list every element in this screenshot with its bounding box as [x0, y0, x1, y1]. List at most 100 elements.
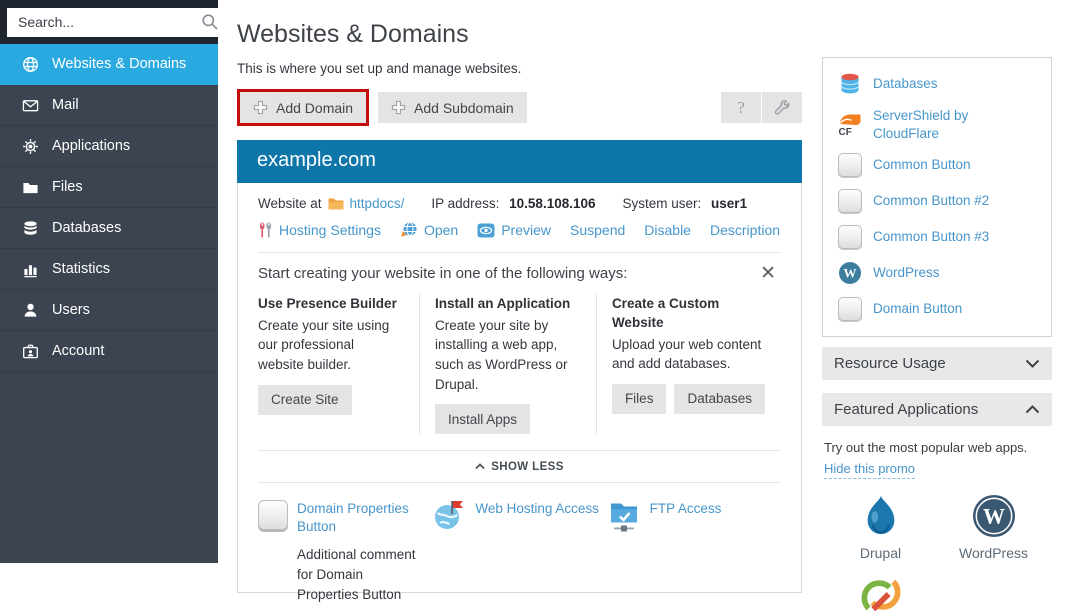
- promo-columns: Use Presence Builder Create your site us…: [258, 293, 781, 450]
- preview-link[interactable]: Preview: [477, 222, 551, 238]
- plus-icon: [253, 100, 268, 115]
- id-badge-icon: [21, 342, 39, 360]
- right-tool-label: WordPress: [873, 264, 940, 282]
- close-icon[interactable]: ✕: [755, 264, 781, 283]
- right-tool-label: Databases: [873, 75, 938, 93]
- question-icon: ?: [737, 98, 745, 118]
- right-sidebar: Databases CF ServerShield by CloudFlare …: [822, 57, 1052, 614]
- drupal-icon: [860, 494, 902, 538]
- chevron-up-icon: [475, 463, 485, 470]
- databases-button[interactable]: Databases: [674, 384, 765, 414]
- key-button-icon: [837, 189, 863, 213]
- globe-arrow-icon: [400, 221, 418, 239]
- right-tool-common-button-2[interactable]: Common Button #2: [837, 188, 1037, 214]
- description-link[interactable]: Description: [710, 222, 780, 238]
- user-icon: [21, 301, 39, 319]
- wordpress-icon: W: [972, 494, 1016, 538]
- folder-icon: [328, 197, 344, 211]
- sidebar-item-websites-domains[interactable]: Websites & Domains: [0, 44, 218, 85]
- system-user-value: user1: [711, 196, 747, 211]
- key-button-icon: [837, 297, 863, 321]
- promo-col-heading: Use Presence Builder: [258, 295, 403, 314]
- search-box[interactable]: [7, 8, 225, 37]
- featured-applications-header[interactable]: Featured Applications: [822, 393, 1052, 426]
- search-input[interactable]: [16, 13, 201, 31]
- help-button[interactable]: ?: [721, 92, 761, 123]
- ip-label: IP address:: [431, 196, 499, 211]
- featured-app-joomla[interactable]: [824, 576, 937, 614]
- add-domain-label: Add Domain: [276, 100, 353, 116]
- sidebar-item-label: Websites & Domains: [52, 56, 186, 72]
- create-site-button[interactable]: Create Site: [258, 385, 352, 415]
- featured-app-drupal[interactable]: Drupal: [824, 494, 937, 564]
- hosting-settings-link[interactable]: Hosting Settings: [258, 221, 381, 239]
- globe-icon: [21, 55, 39, 73]
- sidebar-item-databases[interactable]: Databases: [0, 208, 218, 249]
- hide-this-promo-link[interactable]: Hide this promo: [824, 460, 915, 479]
- suspend-link[interactable]: Suspend: [570, 222, 625, 238]
- sidebar-item-statistics[interactable]: Statistics: [0, 249, 218, 290]
- bar-chart-icon: [21, 260, 39, 278]
- install-apps-button[interactable]: Install Apps: [435, 404, 530, 434]
- promo-button-row: Files Databases: [612, 374, 765, 414]
- sidebar-nav: Websites & Domains Mail Applications Fi: [0, 44, 218, 372]
- eye-icon: [477, 223, 495, 238]
- action-label: Preview: [501, 222, 551, 238]
- right-tool-common-button-3[interactable]: Common Button #3: [837, 224, 1037, 250]
- sidebar-item-account[interactable]: Account: [0, 331, 218, 372]
- files-button[interactable]: Files: [612, 384, 667, 414]
- resource-usage-header[interactable]: Resource Usage: [822, 347, 1052, 380]
- right-tool-wordpress[interactable]: W WordPress: [837, 260, 1037, 286]
- promo-column-presence-builder: Use Presence Builder Create your site us…: [258, 293, 419, 434]
- httpdocs-link[interactable]: httpdocs/: [350, 196, 405, 211]
- right-tool-domain-button[interactable]: Domain Button: [837, 296, 1037, 322]
- add-domain-button[interactable]: Add Domain: [240, 92, 366, 123]
- svg-text:W: W: [983, 504, 1005, 529]
- featured-app-label: WordPress: [959, 544, 1028, 564]
- ftp-folder-icon: [607, 500, 641, 532]
- search-area: [0, 0, 218, 44]
- disable-link[interactable]: Disable: [644, 222, 691, 238]
- web-hosting-access-link[interactable]: Web Hosting Access: [475, 500, 599, 518]
- add-subdomain-label: Add Subdomain: [414, 100, 514, 116]
- tool-web-hosting-access: Web Hosting Access: [432, 500, 606, 605]
- sidebar-item-mail[interactable]: Mail: [0, 85, 218, 126]
- tool-domain-properties: Domain Properties Button Additional comm…: [258, 500, 432, 605]
- sidebar-item-files[interactable]: Files: [0, 167, 218, 208]
- sidebar-item-users[interactable]: Users: [0, 290, 218, 331]
- sidebar-item-label: Files: [52, 179, 83, 195]
- right-tool-servershield[interactable]: CF ServerShield by CloudFlare: [837, 107, 1037, 142]
- featured-apps-text: Try out the most popular web apps.: [824, 439, 1050, 457]
- promo-title: Start creating your website in one of th…: [258, 265, 627, 282]
- key-button-icon[interactable]: [258, 500, 288, 530]
- key-button-icon: [837, 225, 863, 249]
- wordpress-icon: W: [837, 261, 863, 285]
- ip-address: IP address: 10.58.108.106: [431, 196, 595, 211]
- hosting-tools-icon: [258, 221, 273, 239]
- promo-col-heading: Create a Custom Website: [612, 295, 742, 333]
- search-icon[interactable]: [201, 13, 219, 31]
- featured-app-label: Drupal: [860, 544, 901, 564]
- page-tools-button[interactable]: [762, 92, 802, 123]
- domain-card: example.com Website at httpdocs/ IP addr…: [237, 140, 802, 593]
- domain-card-header: example.com: [237, 140, 802, 183]
- promo-column-install-app: Install an Application Create your site …: [419, 293, 596, 434]
- add-subdomain-button[interactable]: Add Subdomain: [378, 92, 527, 123]
- open-link[interactable]: Open: [400, 221, 458, 239]
- domain-actions-row: Hosting Settings Open: [258, 221, 781, 239]
- database-icon: [837, 72, 863, 96]
- sidebar-item-applications[interactable]: Applications: [0, 126, 218, 167]
- domain-properties-button-link[interactable]: Domain Properties Button: [297, 501, 409, 534]
- right-tool-common-button[interactable]: Common Button: [837, 152, 1037, 178]
- right-tool-databases[interactable]: Databases: [837, 71, 1037, 97]
- wrench-icon: [773, 98, 792, 117]
- action-label: Hosting Settings: [279, 222, 381, 238]
- sidebar-item-label: Statistics: [52, 261, 110, 277]
- key-button-icon: [837, 153, 863, 177]
- right-tool-label: Common Button #2: [873, 192, 989, 210]
- ftp-access-link[interactable]: FTP Access: [650, 500, 722, 518]
- show-less-toggle[interactable]: SHOW LESS: [258, 450, 781, 483]
- featured-app-wordpress[interactable]: W WordPress: [937, 494, 1050, 564]
- website-at-label: Website at: [258, 196, 322, 211]
- domain-info-row: Website at httpdocs/ IP address: 10.58.1…: [258, 183, 781, 211]
